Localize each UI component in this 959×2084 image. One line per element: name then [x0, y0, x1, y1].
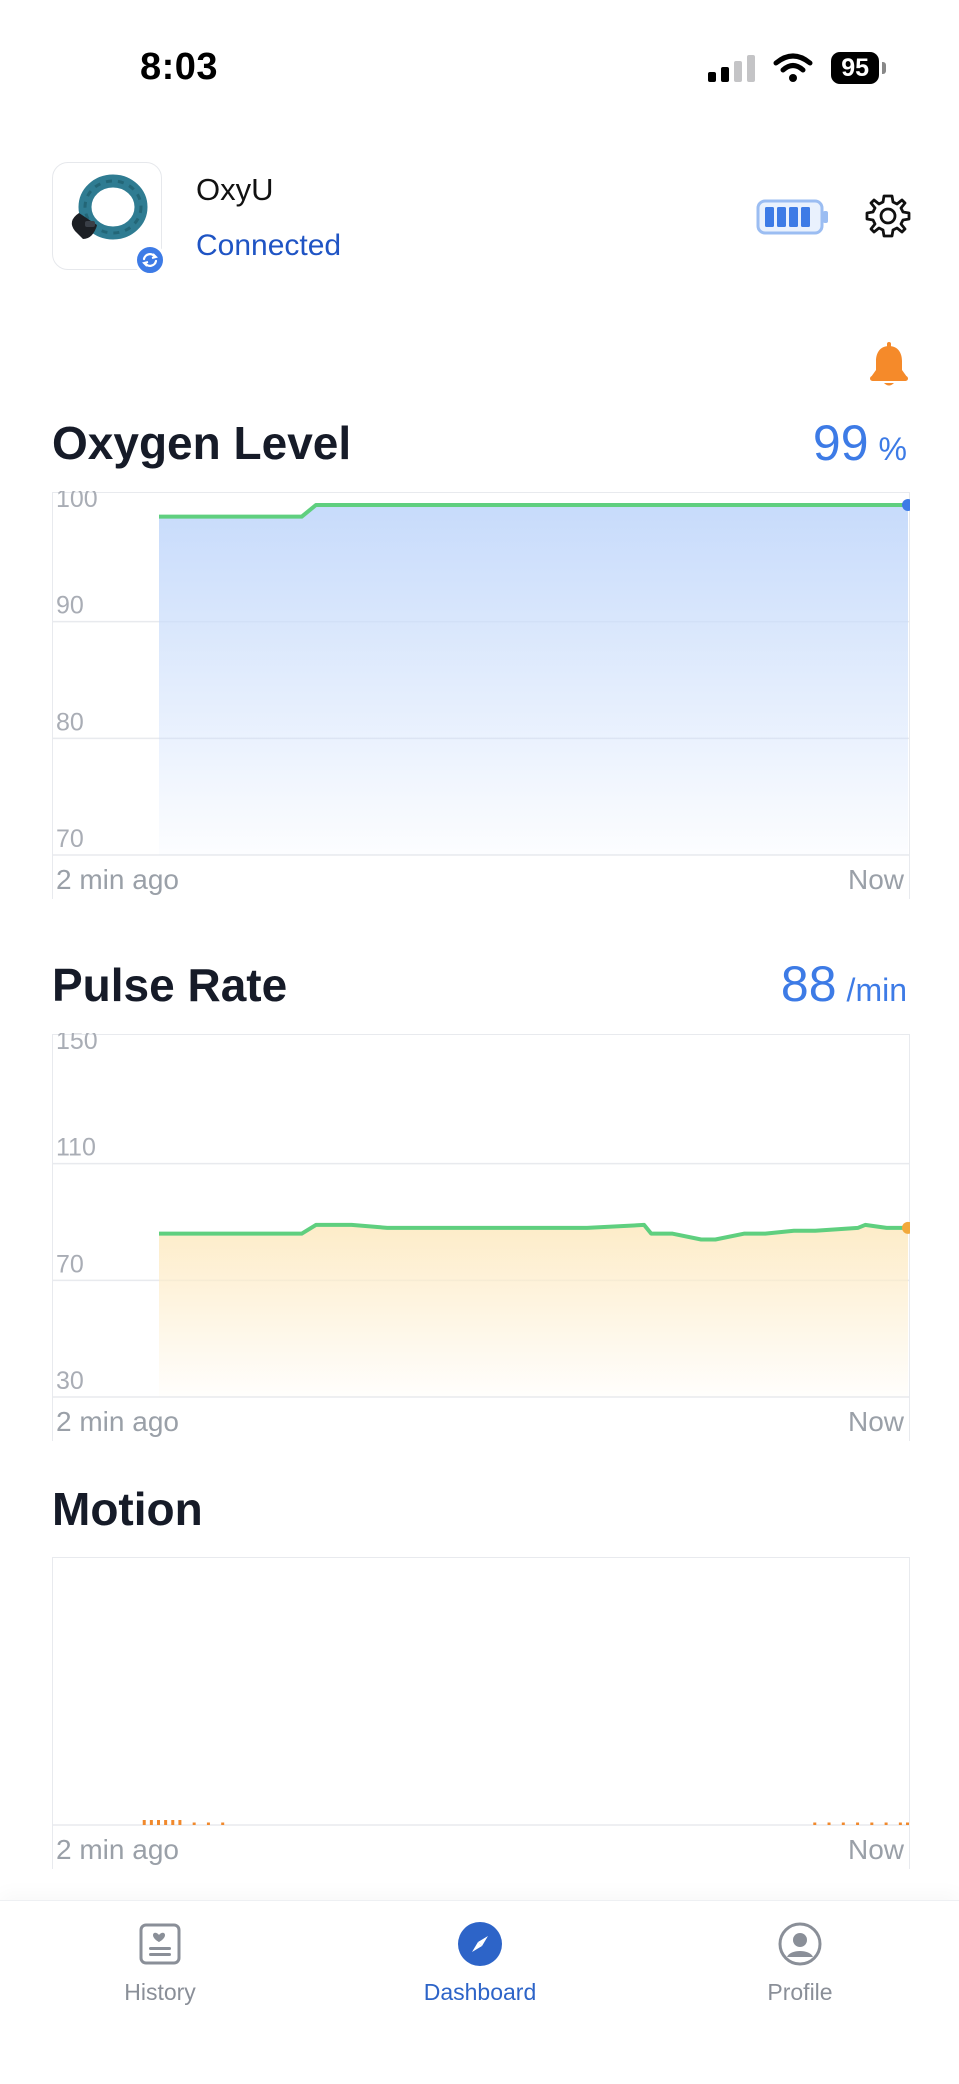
device-battery-icon — [756, 199, 828, 235]
pulse-title: Pulse Rate — [52, 959, 288, 1011]
pulse-chart: 150 110 70 30 2 min ago Now — [52, 1033, 910, 1445]
pulse-value: 88 — [780, 956, 837, 1012]
series-area — [159, 1224, 908, 1397]
tab-profile[interactable]: Profile — [700, 1921, 900, 2006]
y-tick-label: 70 — [56, 825, 84, 853]
y-tick-label: 80 — [56, 708, 84, 736]
motion-bar — [870, 1822, 874, 1825]
y-tick-label: 90 — [56, 592, 84, 620]
tab-history[interactable]: History — [60, 1921, 260, 2006]
motion-bar — [171, 1820, 175, 1825]
oxygen-reading: 99 % — [813, 414, 907, 472]
alarm-bell-icon[interactable] — [868, 342, 910, 388]
oxygen-chart-svg: 100 90 80 70 2 min ago Now — [52, 491, 910, 899]
settings-gear-icon[interactable] — [865, 193, 911, 239]
motion-bar — [142, 1820, 146, 1825]
motion-title: Motion — [52, 1483, 203, 1535]
y-tick-label: 70 — [56, 1250, 84, 1278]
x-start-label: 2 min ago — [56, 1406, 179, 1437]
motion-bar — [157, 1820, 160, 1825]
sync-icon[interactable] — [134, 244, 166, 276]
y-tick-label: 110 — [56, 1134, 96, 1162]
device-name: OxyU — [196, 172, 274, 207]
motion-bar — [221, 1822, 225, 1825]
pulse-chart-svg: 150 110 70 30 2 min ago Now — [52, 1033, 910, 1441]
motion-bar — [206, 1822, 210, 1825]
oxygen-title: Oxygen Level — [52, 417, 352, 469]
x-end-label: Now — [848, 1834, 905, 1865]
oxygen-chart: 100 90 80 70 2 min ago Now — [52, 491, 910, 903]
history-icon — [139, 1923, 181, 1965]
pulse-unit: /min — [846, 972, 907, 1008]
connection-status: Connected — [196, 229, 342, 262]
motion-chart: 2 min ago Now — [52, 1557, 910, 1869]
motion-bar — [178, 1820, 182, 1825]
x-end-label: Now — [848, 1406, 905, 1437]
oxygen-unit: % — [878, 431, 907, 467]
oxygen-value: 99 — [812, 415, 869, 471]
y-tick-label: 30 — [56, 1367, 84, 1395]
series-area — [159, 505, 908, 855]
tab-history-label: History — [124, 1979, 196, 2005]
status-time: 8:03 — [140, 46, 219, 88]
motion-bar — [884, 1822, 888, 1825]
profile-icon — [778, 1922, 822, 1966]
motion-bar — [827, 1822, 831, 1825]
tab-profile-label: Profile — [767, 1979, 833, 2005]
motion-bar — [164, 1820, 168, 1825]
tab-dashboard-label: Dashboard — [423, 1979, 537, 2005]
status-icons: 95 — [708, 52, 886, 84]
x-start-label: 2 min ago — [56, 864, 179, 895]
motion-bar — [192, 1822, 196, 1825]
motion-bar — [856, 1822, 860, 1825]
x-end-label: Now — [848, 864, 905, 895]
x-start-label: 2 min ago — [56, 1834, 179, 1865]
motion-chart-svg: 2 min ago Now — [52, 1557, 910, 1869]
status-bar: 8:03 95 — [0, 0, 959, 110]
motion-bar — [841, 1822, 845, 1825]
cellular-signal-icon — [708, 54, 756, 82]
tab-dashboard[interactable]: Dashboard — [380, 1921, 580, 2006]
y-tick-label: 100 — [56, 491, 98, 513]
wifi-icon — [773, 53, 813, 82]
motion-bar — [813, 1822, 817, 1825]
motion-bar — [898, 1822, 902, 1825]
phone-battery-indicator: 95 — [831, 52, 886, 84]
y-tick-label: 150 — [56, 1033, 98, 1055]
motion-bar — [906, 1822, 909, 1825]
compass-icon — [458, 1922, 502, 1966]
bottom-tab-bar: History Dashboard Profile — [0, 1900, 959, 2084]
motion-bar — [149, 1820, 153, 1825]
pulse-reading: 88 /min — [781, 955, 907, 1013]
